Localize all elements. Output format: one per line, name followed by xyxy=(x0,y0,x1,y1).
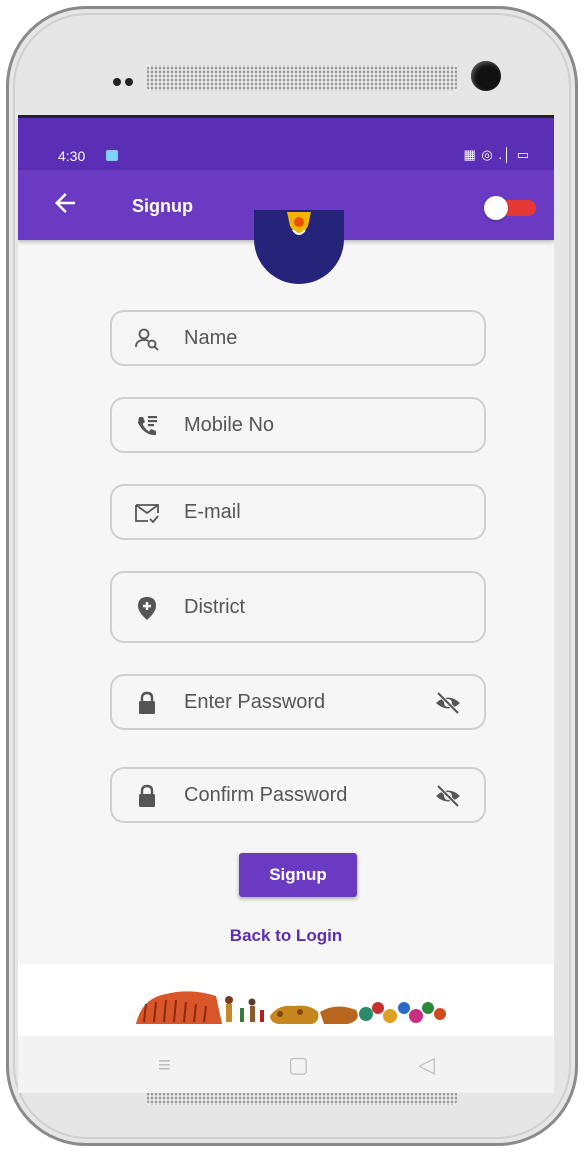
toggle-thumb xyxy=(484,196,508,220)
mobile-input[interactable]: Mobile No xyxy=(184,414,274,437)
confirm-password-input[interactable]: Confirm Password xyxy=(184,784,347,807)
earpiece-speaker xyxy=(147,65,457,91)
password-field[interactable]: Enter Password xyxy=(110,674,486,730)
status-bar: 4:30 ▦ ◎ .│ ▭ xyxy=(18,118,554,170)
page-title: Signup xyxy=(132,196,193,216)
cultural-banner-illustration xyxy=(136,991,446,1024)
lock-icon xyxy=(139,691,155,714)
mobile-field[interactable]: Mobile No xyxy=(110,397,486,453)
visibility-off-icon[interactable] xyxy=(434,690,462,716)
system-nav-bar: ≡ ▢ ◁ xyxy=(18,1036,554,1093)
top-bezel xyxy=(9,9,575,124)
home-icon[interactable]: ▢ xyxy=(288,1052,309,1078)
sensor-dots xyxy=(113,73,137,91)
arrow-left-icon[interactable] xyxy=(50,188,80,218)
visibility-off-icon[interactable] xyxy=(434,783,462,809)
phone-screen: 4:30 ▦ ◎ .│ ▭ Signup Name Mobile No E-ma… xyxy=(18,115,554,1093)
notification-icon xyxy=(106,150,118,161)
district-field[interactable]: District xyxy=(110,571,486,643)
status-time: 4:30 xyxy=(58,148,86,164)
email-field[interactable]: E-mail xyxy=(110,484,486,540)
back-to-login-link[interactable]: Back to Login xyxy=(18,926,554,946)
lock-icon xyxy=(139,784,155,807)
password-input[interactable]: Enter Password xyxy=(184,691,325,714)
district-select[interactable]: District xyxy=(184,596,245,619)
front-camera xyxy=(471,61,501,91)
status-icons: ▦ ◎ .│ ▭ xyxy=(463,147,530,162)
email-input[interactable]: E-mail xyxy=(184,501,241,524)
name-field[interactable]: Name xyxy=(110,310,486,366)
person-search-icon xyxy=(135,328,159,351)
app-logo xyxy=(254,210,344,284)
recents-icon[interactable]: ≡ xyxy=(158,1052,171,1078)
mail-check-icon xyxy=(135,504,159,524)
confirm-password-field[interactable]: Confirm Password xyxy=(110,767,486,823)
cultural-banner xyxy=(18,964,554,1036)
signup-button[interactable]: Signup xyxy=(239,853,357,897)
location-add-icon xyxy=(138,597,156,620)
theme-toggle[interactable] xyxy=(484,196,536,220)
name-input[interactable]: Name xyxy=(184,327,237,350)
logo-emblem-icon xyxy=(287,212,311,235)
phone-contacts-icon xyxy=(138,416,157,436)
nav-back-icon[interactable]: ◁ xyxy=(418,1052,435,1078)
